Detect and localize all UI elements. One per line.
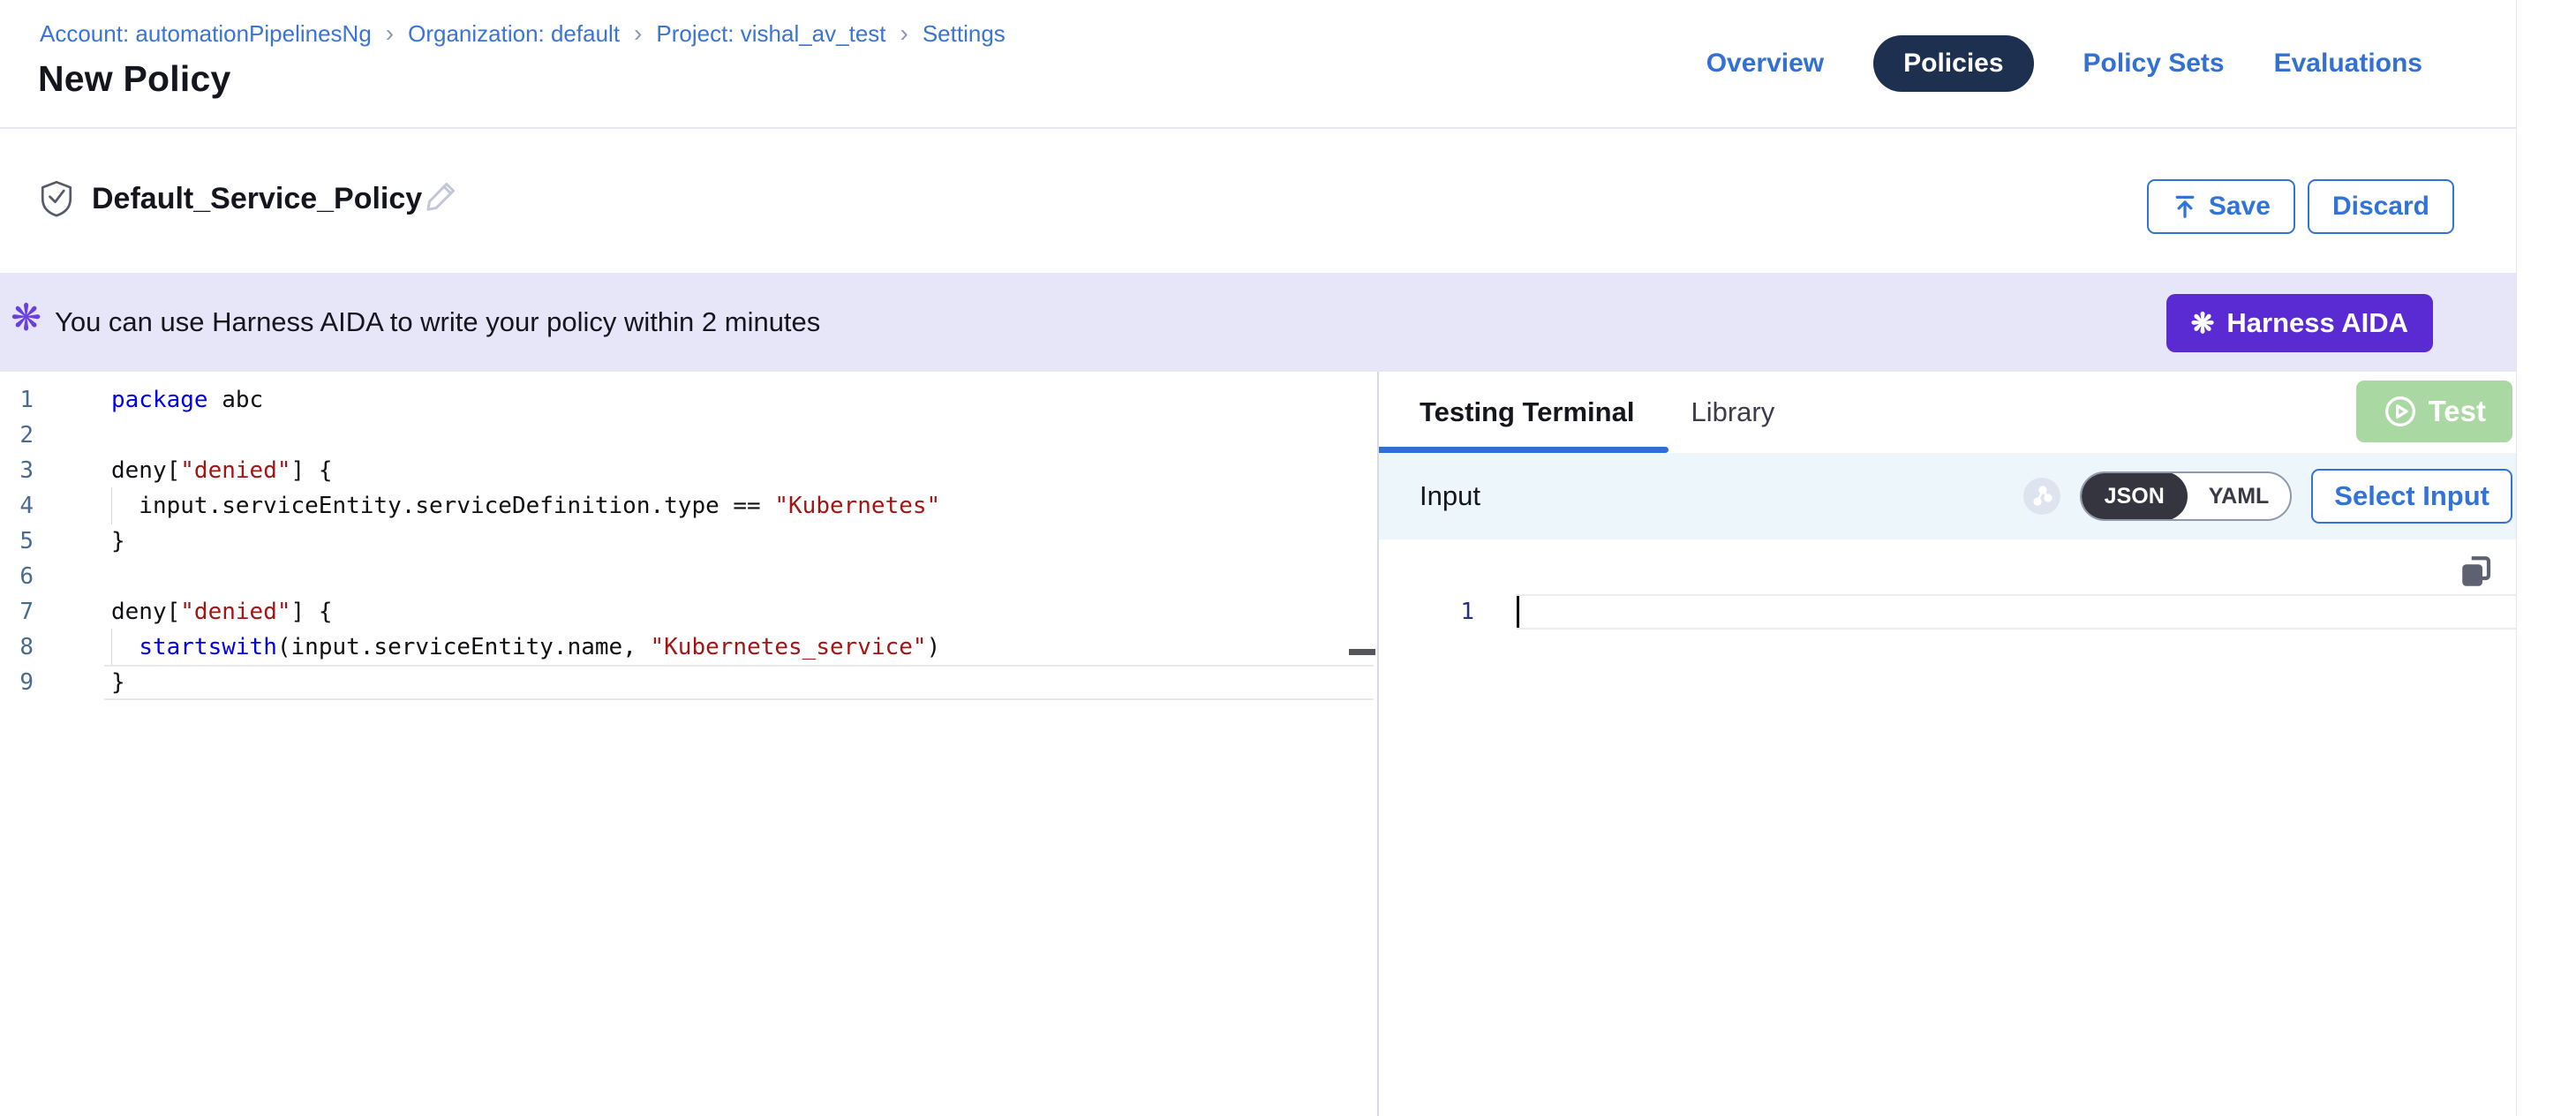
policy-header-row: Default_Service_Policy Save Discard bbox=[0, 131, 2516, 271]
format-option-json[interactable]: JSON bbox=[2082, 471, 2188, 521]
upload-icon bbox=[2172, 193, 2198, 220]
test-button[interactable]: Test bbox=[2356, 381, 2512, 442]
harness-aida-button[interactable]: ❋ Harness AIDA bbox=[2166, 294, 2433, 352]
play-circle-icon bbox=[2383, 394, 2418, 429]
breadcrumb-item-2[interactable]: Organization: default bbox=[408, 20, 620, 48]
nav-policies[interactable]: Policies bbox=[1873, 35, 2033, 92]
test-button-label: Test bbox=[2429, 395, 2486, 428]
graph-view-icon bbox=[2023, 478, 2060, 515]
line-number: 5 bbox=[0, 528, 34, 554]
line-number: 2 bbox=[0, 422, 34, 449]
aida-banner: ❋ You can use Harness AIDA to write your… bbox=[0, 273, 2516, 372]
main-content: 1package abc 2 3deny["denied"] {4 input.se… bbox=[0, 372, 2516, 1116]
code-line-1: 1package abc bbox=[0, 382, 1377, 418]
line-number: 9 bbox=[0, 669, 34, 696]
test-input-editor[interactable]: 1 bbox=[1379, 539, 2516, 1116]
nav-evaluations[interactable]: Evaluations bbox=[2274, 49, 2422, 79]
tab-testing-terminal[interactable]: Testing Terminal bbox=[1420, 396, 1634, 428]
terminal-tabs: Testing Terminal Library bbox=[1379, 372, 2516, 453]
code-line-4: 4 input.serviceEntity.serviceDefinition.… bbox=[0, 488, 1377, 524]
code-line-3: 3deny["denied"] { bbox=[0, 453, 1377, 488]
top-nav: Overview Policies Policy Sets Evaluations bbox=[1706, 35, 2422, 92]
breadcrumb-separator: › bbox=[634, 19, 642, 48]
format-toggle: JSONYAML bbox=[2080, 471, 2293, 521]
testing-terminal-panel: Testing Terminal Library Test Input bbox=[1379, 372, 2516, 1116]
policy-code-editor[interactable]: 1package abc 2 3deny["denied"] {4 input.se… bbox=[0, 372, 1377, 1116]
policy-name: Default_Service_Policy bbox=[92, 182, 422, 216]
line-number: 3 bbox=[0, 457, 34, 484]
format-option-yaml[interactable]: YAML bbox=[2188, 471, 2291, 521]
harness-aida-button-label: Harness AIDA bbox=[2226, 307, 2408, 339]
input-label: Input bbox=[1420, 480, 1480, 512]
aida-banner-message: You can use Harness AIDA to write your p… bbox=[55, 306, 820, 338]
shield-check-icon bbox=[41, 180, 72, 217]
breadcrumb: Account: automationPipelinesNg › Organizat… bbox=[40, 19, 1006, 48]
content-right-edge bbox=[2516, 0, 2517, 1116]
aida-flower-icon-white: ❋ bbox=[2191, 309, 2215, 337]
line-number: 7 bbox=[0, 599, 34, 625]
discard-button[interactable]: Discard bbox=[2308, 179, 2454, 234]
tab-library[interactable]: Library bbox=[1691, 396, 1774, 428]
save-button-label: Save bbox=[2209, 192, 2271, 222]
code-line-8: 8 startswith(input.serviceEntity.name, "… bbox=[0, 630, 1377, 665]
text-cursor bbox=[1517, 596, 1519, 628]
code-line-6: 6 bbox=[0, 559, 1377, 594]
code-line-5: 5} bbox=[0, 524, 1377, 559]
new-policy-page: Account: automationPipelinesNg › Organizat… bbox=[0, 0, 2576, 1116]
page-title: New Policy bbox=[38, 58, 230, 100]
input-line-number: 1 bbox=[1379, 599, 1474, 625]
breadcrumb-item-1[interactable]: Account: automationPipelinesNg bbox=[40, 20, 372, 48]
discard-button-label: Discard bbox=[2332, 192, 2429, 222]
breadcrumb-item-3[interactable]: Project: vishal_av_test bbox=[656, 20, 885, 48]
breadcrumb-item-4[interactable]: Settings bbox=[923, 20, 1006, 48]
select-input-button[interactable]: Select Input bbox=[2311, 469, 2512, 524]
editor-overview-cursor-mark bbox=[1349, 649, 1375, 655]
breadcrumb-separator: › bbox=[900, 19, 908, 48]
current-line-highlight bbox=[1517, 594, 2516, 630]
input-line-1: 1 bbox=[1379, 594, 2516, 630]
active-tab-underline bbox=[1379, 447, 1668, 453]
nav-policy-sets[interactable]: Policy Sets bbox=[2083, 49, 2225, 79]
code-line-7: 7deny["denied"] { bbox=[0, 594, 1377, 630]
breadcrumb-separator: › bbox=[386, 19, 394, 48]
nav-overview[interactable]: Overview bbox=[1706, 49, 1824, 79]
line-number: 6 bbox=[0, 563, 34, 590]
code-line-2: 2 bbox=[0, 418, 1377, 453]
policy-actions: Save Discard bbox=[2147, 179, 2454, 234]
line-number: 1 bbox=[0, 387, 34, 413]
aida-flower-icon: ❋ bbox=[11, 299, 41, 336]
page-header: Account: automationPipelinesNg › Organizat… bbox=[0, 0, 2516, 129]
code-line-9: 9} bbox=[0, 665, 1377, 700]
line-number: 8 bbox=[0, 634, 34, 660]
copy-icon[interactable] bbox=[2458, 552, 2495, 592]
line-number: 4 bbox=[0, 493, 34, 519]
input-header-bar: Input JSONYAML Select bbox=[1379, 453, 2516, 539]
edit-policy-name-icon[interactable] bbox=[422, 177, 461, 215]
save-button[interactable]: Save bbox=[2147, 179, 2295, 234]
